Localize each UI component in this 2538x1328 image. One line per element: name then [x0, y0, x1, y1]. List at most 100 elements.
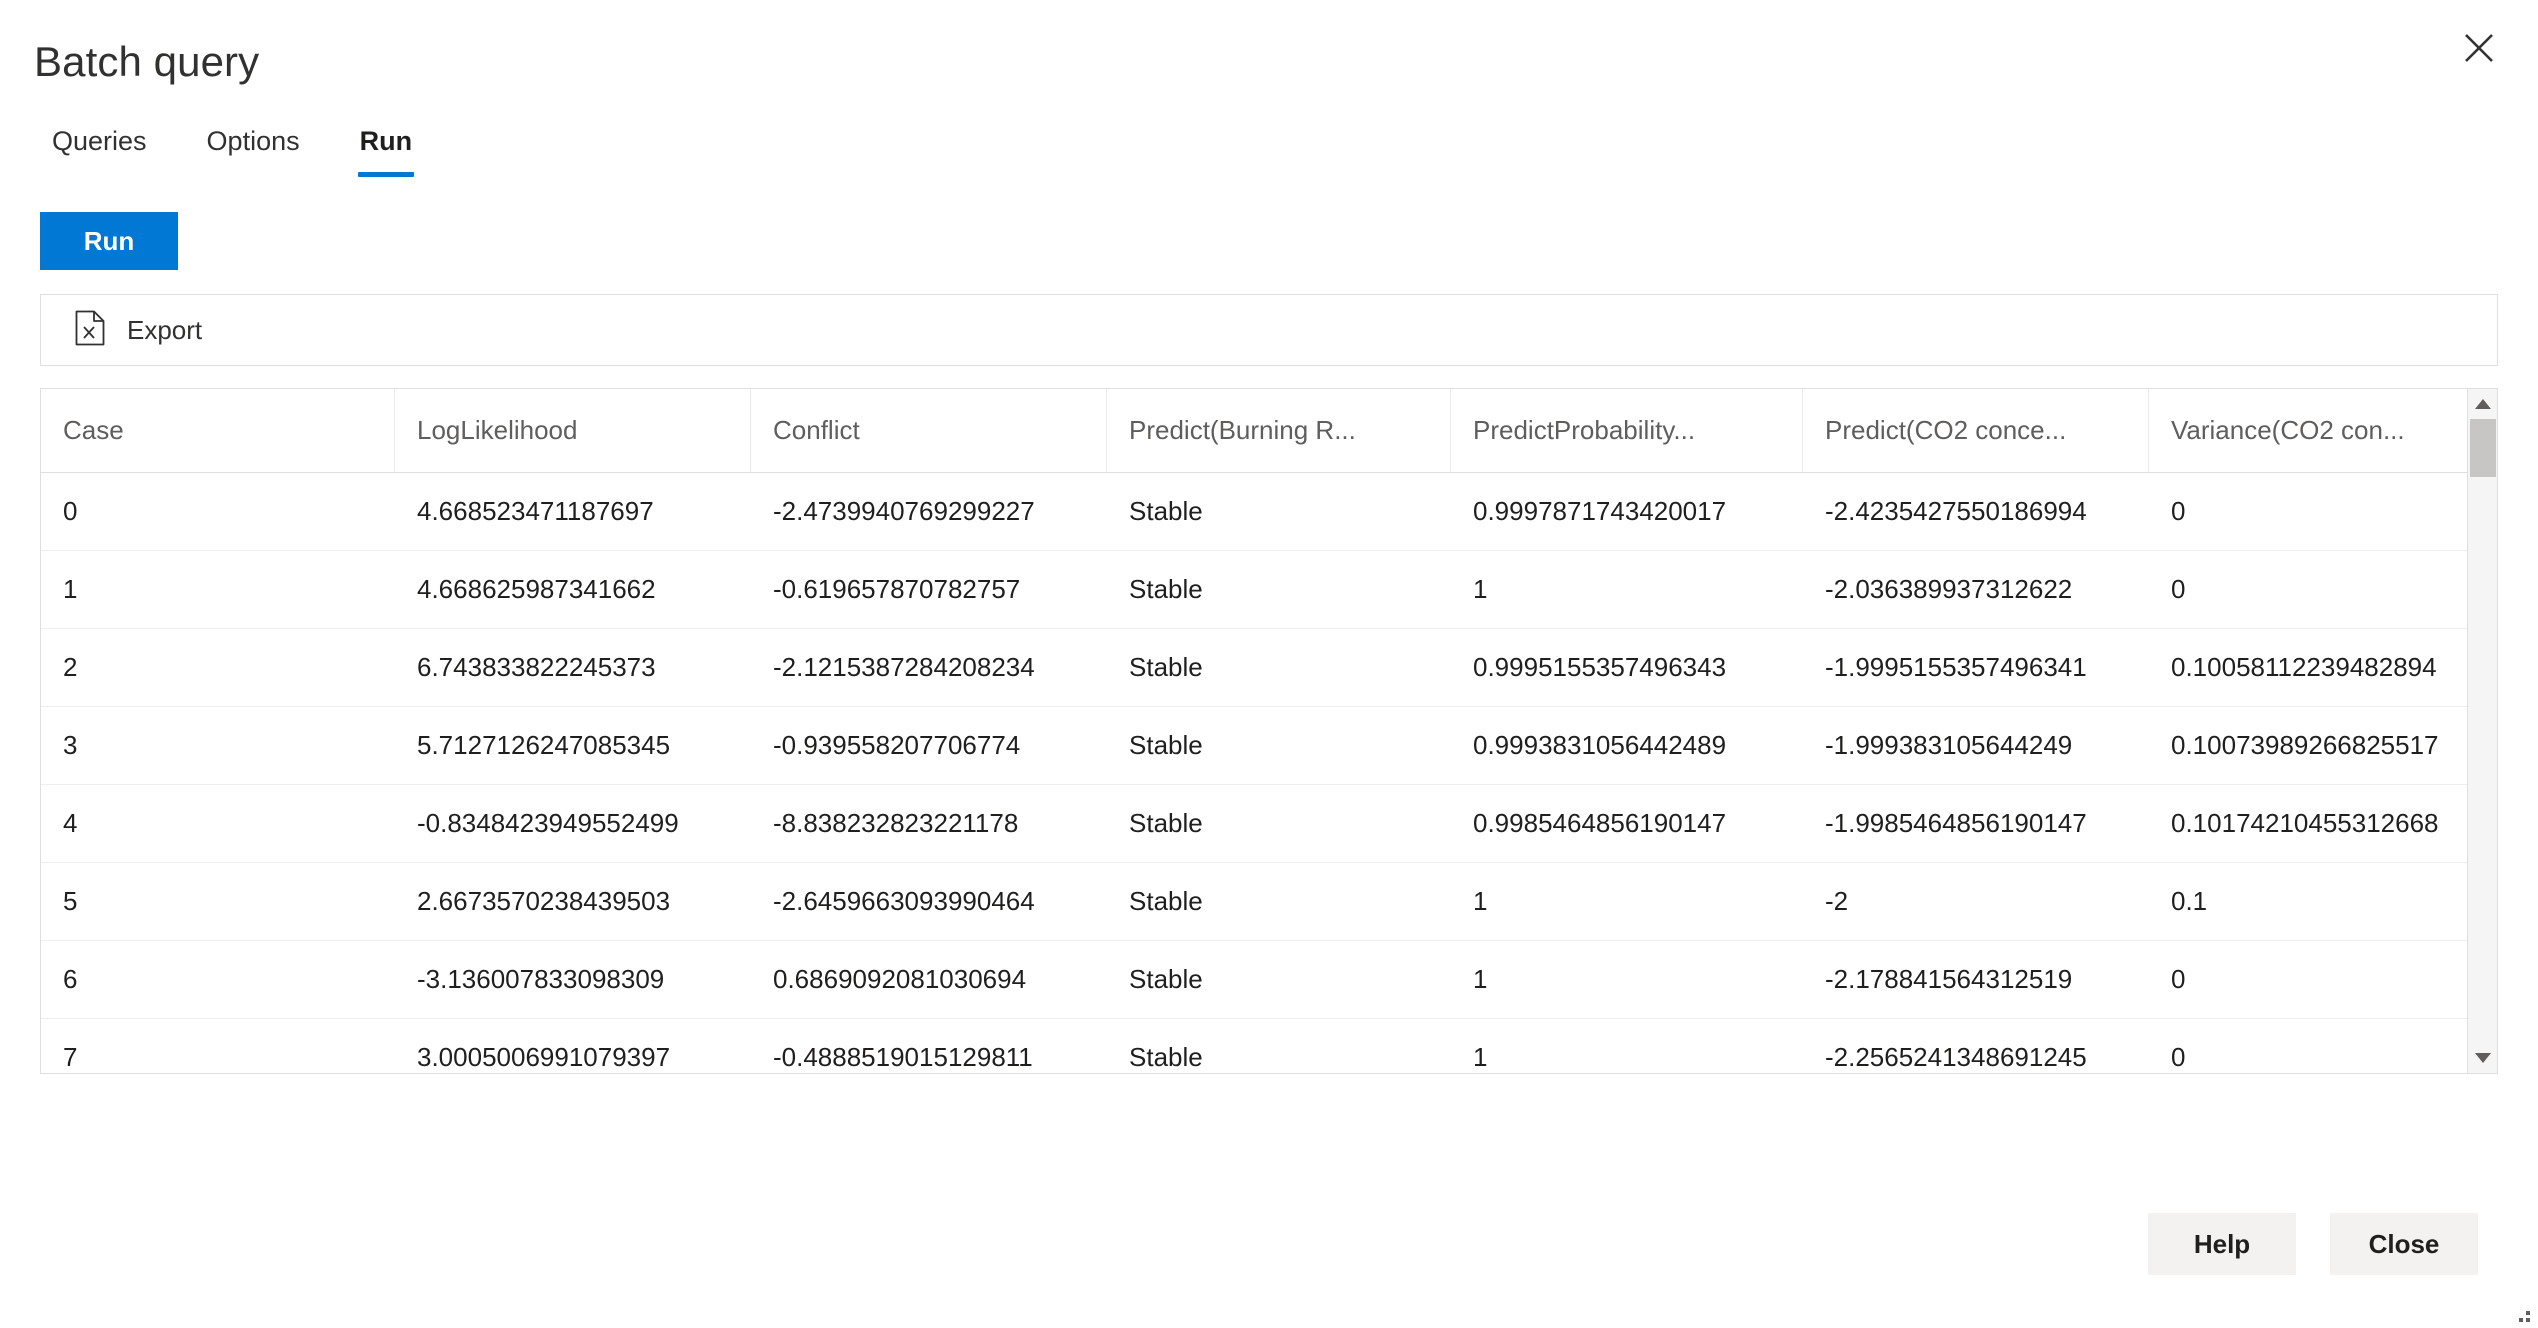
column-header-predict-co2-conce[interactable]: Predict(CO2 conce...	[1803, 389, 2149, 472]
cell-predictprobability: 0.9995155357496343	[1451, 629, 1803, 706]
cell-variance-co2: 0	[2149, 551, 2467, 628]
export-button[interactable]: Export	[61, 302, 216, 358]
table-row[interactable]: 6 -3.136007833098309 0.6869092081030694 …	[41, 941, 2467, 1019]
close-dialog-button[interactable]	[2448, 20, 2510, 76]
cell-conflict: 0.6869092081030694	[751, 941, 1107, 1018]
cell-loglikelihood: 4.668625987341662	[395, 551, 751, 628]
cell-variance-co2: 0	[2149, 941, 2467, 1018]
dialog-body: Run Export Case LogLikelihood	[0, 190, 2538, 1160]
cell-variance-co2: 0.10058112239482894	[2149, 629, 2467, 706]
cell-predictprobability: 1	[1451, 863, 1803, 940]
scroll-up-button[interactable]	[2468, 389, 2498, 419]
cell-predict-burning-r: Stable	[1107, 551, 1451, 628]
cell-case: 1	[41, 551, 395, 628]
grid-viewport: Case LogLikelihood Conflict Predict(Burn…	[41, 389, 2467, 1073]
table-row[interactable]: 2 6.743833822245373 -2.1215387284208234 …	[41, 629, 2467, 707]
cell-predictprobability: 1	[1451, 551, 1803, 628]
arrow-up-icon	[2475, 399, 2491, 409]
cell-conflict: -2.6459663093990464	[751, 863, 1107, 940]
cell-loglikelihood: -3.136007833098309	[395, 941, 751, 1018]
cell-predict-co2: -2	[1803, 863, 2149, 940]
cell-predict-burning-r: Stable	[1107, 473, 1451, 550]
cell-variance-co2: 0	[2149, 473, 2467, 550]
grid-body: 0 4.668523471187697 -2.4739940769299227 …	[41, 473, 2467, 1073]
cell-conflict: -0.4888519015129811	[751, 1019, 1107, 1073]
cell-predict-co2: -1.999383105644249	[1803, 707, 2149, 784]
column-header-case[interactable]: Case	[41, 389, 395, 472]
cell-variance-co2: 0.10073989266825517	[2149, 707, 2467, 784]
grid-vertical-scrollbar[interactable]	[2467, 389, 2497, 1073]
cell-loglikelihood: 2.6673570238439503	[395, 863, 751, 940]
cell-loglikelihood: 3.0005006991079397	[395, 1019, 751, 1073]
cell-conflict: -0.619657870782757	[751, 551, 1107, 628]
cell-loglikelihood: -0.8348423949552499	[395, 785, 751, 862]
run-button[interactable]: Run	[40, 212, 178, 270]
excel-file-icon	[75, 310, 105, 351]
close-icon	[2464, 33, 2494, 63]
dialog-titlebar: Batch query	[0, 0, 2538, 118]
scrollbar-thumb[interactable]	[2470, 419, 2496, 477]
column-header-loglikelihood[interactable]: LogLikelihood	[395, 389, 751, 472]
dialog-footer: Help Close	[0, 1160, 2538, 1328]
cell-loglikelihood: 5.7127126247085345	[395, 707, 751, 784]
cell-case: 3	[41, 707, 395, 784]
cell-predict-burning-r: Stable	[1107, 941, 1451, 1018]
cell-predictprobability: 0.9985464856190147	[1451, 785, 1803, 862]
table-row[interactable]: 7 3.0005006991079397 -0.4888519015129811…	[41, 1019, 2467, 1073]
cell-predict-burning-r: Stable	[1107, 863, 1451, 940]
cell-case: 7	[41, 1019, 395, 1073]
cell-predict-burning-r: Stable	[1107, 629, 1451, 706]
cell-predict-co2: -2.2565241348691245	[1803, 1019, 2149, 1073]
cell-conflict: -8.838232823221178	[751, 785, 1107, 862]
tab-bar: Queries Options Run	[0, 118, 2538, 190]
cell-case: 4	[41, 785, 395, 862]
batch-query-dialog: Batch query Queries Options Run Run	[0, 0, 2538, 1328]
help-button[interactable]: Help	[2148, 1213, 2296, 1275]
export-label: Export	[127, 315, 202, 346]
cell-case: 6	[41, 941, 395, 1018]
cell-loglikelihood: 4.668523471187697	[395, 473, 751, 550]
cell-variance-co2: 0.1	[2149, 863, 2467, 940]
tab-run[interactable]: Run	[344, 118, 428, 177]
tab-options[interactable]: Options	[191, 118, 316, 177]
cell-predictprobability: 1	[1451, 1019, 1803, 1073]
scroll-down-button[interactable]	[2468, 1043, 2498, 1073]
tab-queries[interactable]: Queries	[36, 118, 163, 177]
grid-header-row: Case LogLikelihood Conflict Predict(Burn…	[41, 389, 2467, 473]
table-row[interactable]: 0 4.668523471187697 -2.4739940769299227 …	[41, 473, 2467, 551]
cell-variance-co2: 0.10174210455312668	[2149, 785, 2467, 862]
column-header-predictprobability[interactable]: PredictProbability...	[1451, 389, 1803, 472]
cell-predictprobability: 1	[1451, 941, 1803, 1018]
resize-grip-icon[interactable]	[2512, 1304, 2530, 1322]
cell-predictprobability: 0.9997871743420017	[1451, 473, 1803, 550]
close-button[interactable]: Close	[2330, 1213, 2478, 1275]
cell-conflict: -2.1215387284208234	[751, 629, 1107, 706]
cell-case: 2	[41, 629, 395, 706]
table-row[interactable]: 3 5.7127126247085345 -0.939558207706774 …	[41, 707, 2467, 785]
column-header-variance-co2-con[interactable]: Variance(CO2 con...	[2149, 389, 2467, 472]
table-row[interactable]: 5 2.6673570238439503 -2.6459663093990464…	[41, 863, 2467, 941]
cell-predict-burning-r: Stable	[1107, 707, 1451, 784]
cell-conflict: -2.4739940769299227	[751, 473, 1107, 550]
column-header-predict-burning-r[interactable]: Predict(Burning R...	[1107, 389, 1451, 472]
cell-predictprobability: 0.9993831056442489	[1451, 707, 1803, 784]
cell-predict-co2: -2.178841564312519	[1803, 941, 2149, 1018]
cell-case: 0	[41, 473, 395, 550]
cell-conflict: -0.939558207706774	[751, 707, 1107, 784]
table-row[interactable]: 1 4.668625987341662 -0.619657870782757 S…	[41, 551, 2467, 629]
page-title: Batch query	[34, 35, 259, 83]
run-button-row: Run	[40, 190, 2498, 294]
cell-predict-burning-r: Stable	[1107, 1019, 1451, 1073]
table-row[interactable]: 4 -0.8348423949552499 -8.838232823221178…	[41, 785, 2467, 863]
cell-variance-co2: 0	[2149, 1019, 2467, 1073]
cell-loglikelihood: 6.743833822245373	[395, 629, 751, 706]
cell-predict-co2: -2.4235427550186994	[1803, 473, 2149, 550]
results-toolbar: Export	[40, 294, 2498, 366]
column-header-conflict[interactable]: Conflict	[751, 389, 1107, 472]
cell-predict-co2: -1.9985464856190147	[1803, 785, 2149, 862]
results-grid: Case LogLikelihood Conflict Predict(Burn…	[40, 388, 2498, 1074]
arrow-down-icon	[2475, 1053, 2491, 1063]
cell-predict-co2: -1.9995155357496341	[1803, 629, 2149, 706]
cell-predict-burning-r: Stable	[1107, 785, 1451, 862]
cell-predict-co2: -2.036389937312622	[1803, 551, 2149, 628]
